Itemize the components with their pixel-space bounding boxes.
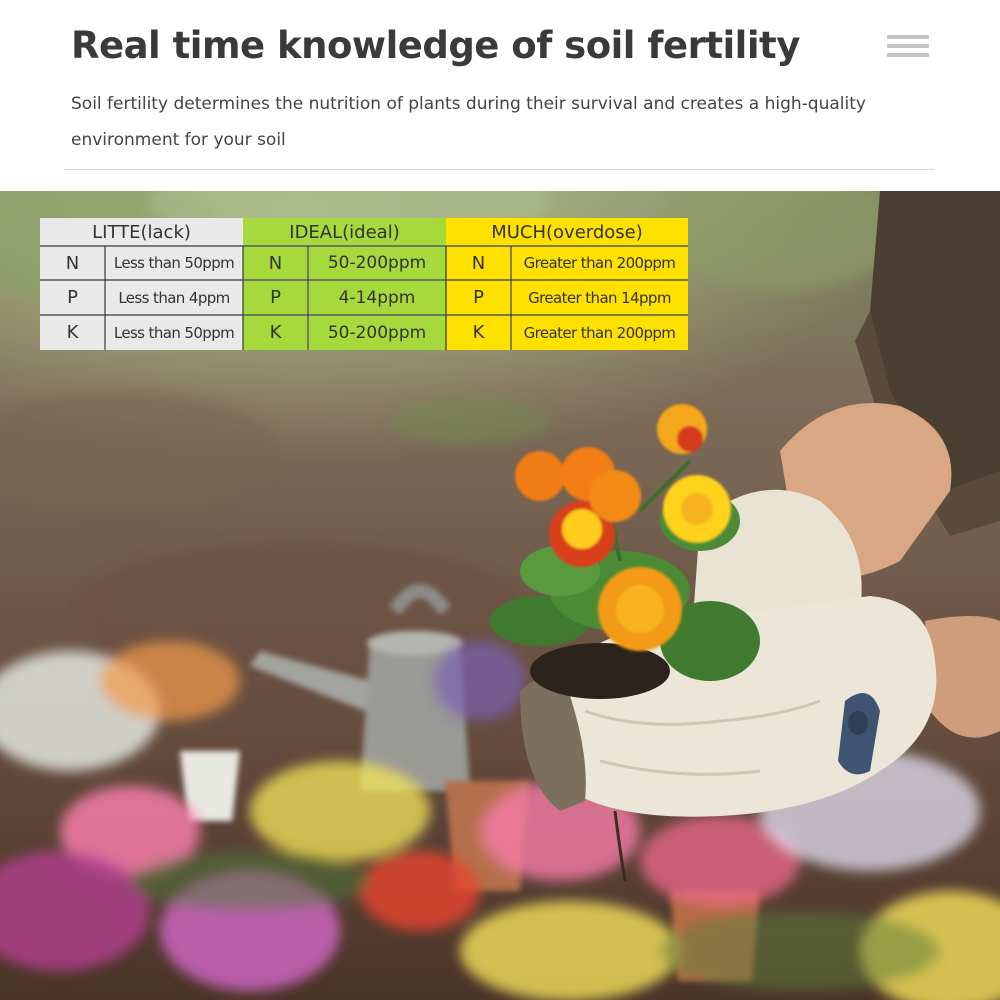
table-cell-lack: Less than 50ppm: [105, 246, 243, 280]
table-row-element: N: [40, 246, 105, 280]
table-row-element: N: [446, 246, 511, 280]
npk-reference-table: LITTE(lack) IDEAL(ideal) MUCH(overdose) …: [40, 218, 688, 350]
header-divider: [64, 169, 935, 170]
hamburger-menu-icon[interactable]: [887, 35, 929, 63]
table-row-element: K: [446, 315, 511, 350]
page-header: Real time knowledge of soil fertility So…: [0, 0, 1000, 190]
column-header-overdose: MUCH(overdose): [446, 218, 688, 246]
column-header-lack: LITTE(lack): [40, 218, 243, 246]
column-header-ideal: IDEAL(ideal): [243, 218, 446, 246]
page-title: Real time knowledge of soil fertility: [71, 24, 800, 67]
table-row-element: P: [40, 280, 105, 315]
table-cell-lack: Less than 50ppm: [105, 315, 243, 350]
table-row-element: N: [243, 246, 308, 280]
table-cell-ideal: 50-200ppm: [308, 246, 446, 280]
page-subtitle: Soil fertility determines the nutrition …: [71, 94, 866, 150]
menu-line: [887, 44, 929, 48]
soil-clump: [530, 643, 670, 699]
table-cell-overdose: Greater than 200ppm: [511, 246, 688, 280]
table-row-element: K: [243, 315, 308, 350]
table-row-element: P: [243, 280, 308, 315]
table-row-element: P: [446, 280, 511, 315]
table-cell-overdose: Greater than 200ppm: [511, 315, 688, 350]
table-row-element: K: [40, 315, 105, 350]
table-cell-lack: Less than 4ppm: [105, 280, 243, 315]
table-cell-ideal: 4-14ppm: [308, 280, 446, 315]
table-cell-overdose: Greater than 14ppm: [511, 280, 688, 315]
menu-line: [887, 35, 929, 39]
menu-line: [887, 53, 929, 57]
table-cell-ideal: 50-200ppm: [308, 315, 446, 350]
